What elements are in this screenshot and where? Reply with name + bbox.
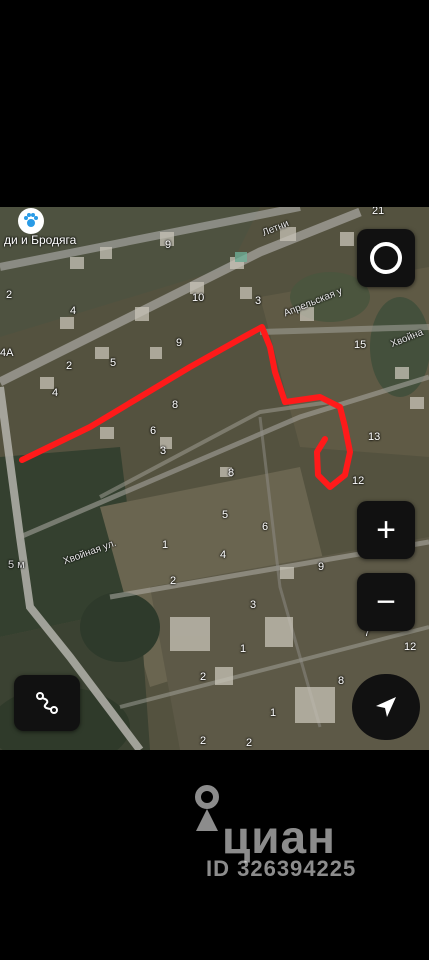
house-number: 8 — [228, 467, 235, 479]
watermark-id: ID 326394225 — [206, 856, 357, 881]
house-number: 3 — [250, 599, 257, 611]
house-number: 2 — [200, 735, 207, 747]
cian-pin-icon — [195, 785, 219, 831]
house-number: 1 — [240, 643, 247, 655]
house-number: 10 — [192, 292, 205, 304]
house-number: 1 — [162, 539, 169, 551]
zoom-in-button[interactable]: + — [357, 501, 415, 559]
navigate-button[interactable] — [352, 674, 420, 740]
house-number: 5 — [110, 357, 117, 369]
route-icon — [36, 692, 58, 714]
house-number: 6 — [262, 521, 269, 533]
house-number: 2 — [66, 360, 73, 372]
place-label[interactable]: ди и Бродяга — [4, 233, 76, 247]
house-number: 4 — [70, 305, 77, 317]
route-button[interactable] — [14, 675, 80, 731]
distance-label: 5 м — [8, 559, 25, 571]
satellite-map[interactable]: ди и Бродяга Хвойная ул. Апрельская у Хв… — [0, 207, 429, 750]
house-number: 3 — [160, 445, 167, 457]
house-number: 12 — [404, 641, 417, 653]
map-base-layer — [0, 207, 429, 750]
paw-place-icon[interactable] — [18, 208, 44, 234]
house-number: 12 — [352, 475, 365, 487]
house-number: 1 — [270, 707, 277, 719]
house-number: 13 — [368, 431, 381, 443]
house-number: 2 — [200, 671, 207, 683]
minus-icon: − — [376, 583, 396, 621]
house-number: 15 — [354, 339, 367, 351]
house-number: 4 — [220, 549, 227, 561]
circle-icon — [370, 242, 402, 274]
house-number: 2 — [170, 575, 177, 587]
house-number: 4 — [52, 387, 59, 399]
house-number: 21 — [372, 207, 385, 217]
house-number: 9 — [165, 239, 172, 251]
layers-button[interactable] — [357, 229, 415, 287]
house-number: 2 — [6, 289, 13, 301]
navigation-arrow-icon — [376, 697, 396, 717]
house-number: 2 — [246, 737, 253, 749]
house-number: 6 — [150, 425, 157, 437]
house-number: 4А — [0, 347, 14, 359]
house-number: 5 — [222, 509, 229, 521]
house-number: 9 — [176, 337, 183, 349]
zoom-out-button[interactable]: − — [357, 573, 415, 631]
bottom-black-bar — [0, 750, 429, 960]
house-number: 3 — [255, 295, 262, 307]
house-number: 9 — [318, 561, 325, 573]
top-black-bar — [0, 0, 429, 207]
house-number: 8 — [172, 399, 179, 411]
plus-icon: + — [376, 511, 396, 549]
house-number: 8 — [338, 675, 345, 687]
